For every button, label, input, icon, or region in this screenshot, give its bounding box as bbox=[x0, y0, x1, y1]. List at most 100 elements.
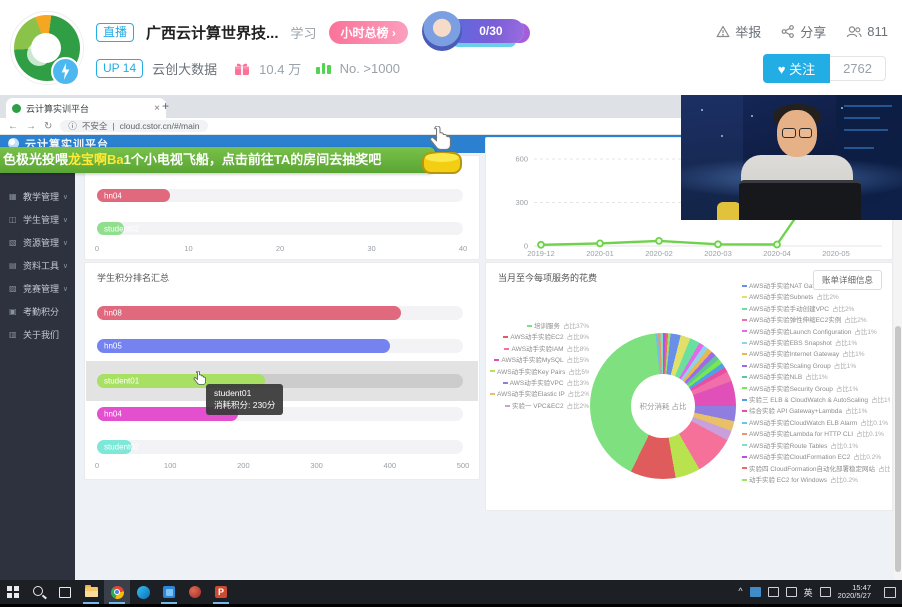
windows-taskbar: P ^ 英 15:47 2020/5/27 bbox=[0, 580, 902, 604]
powerpoint-icon: P bbox=[215, 586, 227, 598]
bar-row-hn04: hn04 bbox=[97, 189, 463, 202]
security-label: 不安全 bbox=[82, 120, 108, 132]
share-button[interactable]: 分享 bbox=[781, 22, 826, 41]
taskbar-start-button[interactable] bbox=[0, 580, 26, 604]
new-tab-button[interactable]: + bbox=[162, 99, 169, 113]
laptop bbox=[739, 180, 861, 220]
sidebar-item-关于我们[interactable]: ▥关于我们 bbox=[0, 323, 75, 346]
notification-center-icon[interactable] bbox=[884, 587, 896, 598]
taskbar-edge-button[interactable] bbox=[130, 580, 156, 604]
contest-icon: ▨ bbox=[9, 284, 18, 293]
hand-press-button-graphic bbox=[416, 126, 462, 174]
sidebar-item-考勤积分[interactable]: ▣考勤积分 bbox=[0, 300, 75, 323]
ranking-chart-panel: 学生积分排名汇总 hn08hn05student01hn04student020… bbox=[84, 262, 480, 480]
taskbar-clock[interactable]: 15:47 2020/5/27 bbox=[838, 584, 871, 601]
online-viewers: 811 bbox=[846, 24, 888, 39]
chevron-down-icon: ∨ bbox=[63, 216, 68, 224]
bar-row-student02: student02 bbox=[97, 222, 463, 235]
pie-label: AWS动手实验Key Pairs占比5% bbox=[488, 367, 589, 378]
taskbar-photos-button[interactable] bbox=[156, 580, 182, 604]
taskbar-apps: P bbox=[0, 580, 234, 604]
reload-icon[interactable]: ↻ bbox=[44, 121, 52, 132]
ime-indicator[interactable]: 英 bbox=[804, 586, 813, 599]
svg-text:2019-12: 2019-12 bbox=[527, 249, 555, 258]
x-axis: 010203040 bbox=[97, 244, 463, 254]
chevron-down-icon: ∨ bbox=[63, 239, 68, 247]
gift-banner[interactable]: 色极光投喂龙宝啊Ba1个小电视飞船，点击前往TA的房间去抽奖吧 bbox=[0, 147, 435, 173]
lightning-badge-icon bbox=[51, 57, 80, 86]
sidebar-item-教学管理[interactable]: ▦教学管理∨ bbox=[0, 185, 75, 208]
bar-hn04[interactable]: hn04 bbox=[97, 189, 170, 202]
svg-text:2020-03: 2020-03 bbox=[704, 249, 732, 258]
pie-label: 实验三 ELB & CloudWatch & AutoScaling占比1% bbox=[740, 395, 890, 406]
sidebar: ▦教学管理∨◫学生管理∨▧资源管理∨▤资料工具∨▨竞赛管理∨▣考勤积分▥关于我们 bbox=[0, 153, 75, 580]
rank-text: No. >1000 bbox=[340, 61, 400, 76]
glasses-icon bbox=[782, 128, 812, 138]
tab-title: 云计算实训平台 bbox=[26, 102, 149, 115]
taskbar-explorer-button[interactable] bbox=[78, 580, 104, 604]
mouse-cursor-icon bbox=[193, 371, 206, 391]
sidebar-menu: ▦教学管理∨◫学生管理∨▧资源管理∨▤资料工具∨▨竞赛管理∨▣考勤积分▥关于我们 bbox=[0, 185, 75, 346]
back-icon[interactable]: ← bbox=[8, 121, 18, 132]
pie-label: 综合实验 API Gateway+Lambda占比1% bbox=[740, 406, 890, 417]
up-level-badge: UP 14 bbox=[96, 59, 143, 78]
tray-expand-icon[interactable]: ^ bbox=[738, 586, 742, 596]
webcam-overlay bbox=[681, 95, 902, 220]
bar-hn05[interactable]: hn05 bbox=[97, 339, 390, 353]
browser-tab[interactable]: 云计算实训平台 × bbox=[6, 98, 166, 118]
sidebar-item-资料工具[interactable]: ▤资料工具∨ bbox=[0, 254, 75, 277]
pie-labels-left: 培训服务占比37%AWS动手实验EC2占比9%AWS动手实验IAM占比8% AWS… bbox=[488, 321, 589, 412]
search-icon bbox=[33, 586, 43, 596]
pie-labels-right: AWS动手实验NAT Gateway占比2%AWS动手实验Subnets占比2%… bbox=[740, 281, 890, 486]
task-view-icon bbox=[59, 587, 71, 598]
taskbar-powerpoint-button[interactable]: P bbox=[208, 580, 234, 604]
donut-center-label: 积分消耗 占比 bbox=[631, 374, 695, 438]
bill-detail-button[interactable]: 账单详细信息 bbox=[813, 270, 882, 290]
report-button[interactable]: 举报 bbox=[716, 22, 761, 41]
close-tab-icon[interactable]: × bbox=[154, 103, 160, 114]
bar-student02[interactable]: student02 bbox=[97, 222, 124, 235]
taskbar-search-button[interactable] bbox=[26, 580, 52, 604]
pie-label: 培训服务占比37% bbox=[488, 321, 589, 332]
pie-label: AWS动手实验NLB占比1% bbox=[740, 372, 890, 383]
chrome-icon bbox=[111, 586, 124, 599]
pie-label: AWS动手实验Scaling Group占比1% bbox=[740, 361, 890, 372]
bar-row-hn05: hn05 bbox=[97, 339, 463, 353]
students-icon: ◫ bbox=[9, 215, 18, 224]
sidebar-item-学生管理[interactable]: ◫学生管理∨ bbox=[0, 208, 75, 231]
hour-rank-button[interactable]: 小时总榜 › bbox=[329, 21, 408, 44]
pie-label: AWS动手实验CloudWatch ELB Alarm占比0.1% bbox=[740, 418, 890, 429]
sidebar-item-资源管理[interactable]: ▧资源管理∨ bbox=[0, 231, 75, 254]
chart-tooltip: student01 消耗积分: 230分 bbox=[206, 384, 283, 415]
pie-label: AWS动手实验EC2占比9% bbox=[488, 332, 589, 343]
fan-medal[interactable]: 0/30 bbox=[422, 14, 522, 50]
url-field[interactable]: ⓘ 不安全 | cloud.cstor.cn/#/main bbox=[60, 120, 207, 132]
edge-icon bbox=[137, 586, 150, 599]
pie-label: AWS动手实验CloudFormation EC2占比0.2% bbox=[740, 452, 890, 463]
chevron-down-icon: ∨ bbox=[63, 285, 68, 293]
scrollbar-thumb[interactable] bbox=[895, 326, 901, 572]
sidebar-item-竞赛管理[interactable]: ▨竞赛管理∨ bbox=[0, 277, 75, 300]
forward-icon[interactable]: → bbox=[26, 121, 36, 132]
bar-hn08[interactable]: hn08 bbox=[97, 306, 401, 320]
pie-label: 动手实验 EC2 for Windows占比0.2% bbox=[740, 475, 890, 486]
tray-network-icon[interactable] bbox=[786, 587, 797, 597]
ranking-chart-title: 学生积分排名汇总 bbox=[97, 271, 169, 284]
tray-language-icon[interactable] bbox=[820, 587, 831, 597]
category-link[interactable]: 学习 bbox=[291, 23, 317, 42]
taskbar-chrome-button[interactable] bbox=[104, 580, 130, 604]
pie-label: AWS动手实验IAM占比8% bbox=[488, 344, 589, 355]
banner-user: 色极光 bbox=[3, 152, 42, 167]
taskbar-task-view-button[interactable] bbox=[52, 580, 78, 604]
follow-button[interactable]: ♥ 关注 bbox=[763, 54, 830, 83]
pie-label: AWS动手实验弹性伸缩EC2实例占比2% bbox=[740, 315, 890, 326]
taskbar-reader-button[interactable] bbox=[182, 580, 208, 604]
yellow-object bbox=[717, 202, 741, 220]
streamer-name[interactable]: 云创大数据 bbox=[152, 59, 217, 78]
svg-text:300: 300 bbox=[515, 198, 528, 207]
bar-student02[interactable]: student02 bbox=[97, 440, 132, 454]
tray-app-icon[interactable] bbox=[750, 587, 761, 597]
chevron-down-icon: ∨ bbox=[63, 262, 68, 270]
tray-device-icon[interactable] bbox=[768, 587, 779, 597]
gift-icon bbox=[234, 61, 250, 76]
